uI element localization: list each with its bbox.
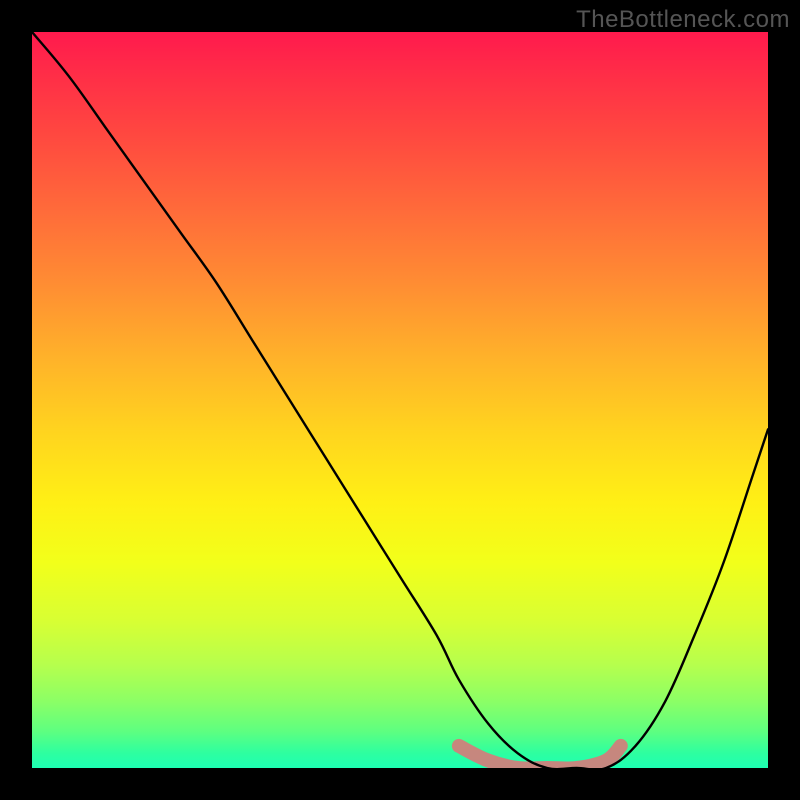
plot-area: [32, 32, 768, 768]
chart-frame: TheBottleneck.com: [0, 0, 800, 800]
bottleneck-curve: [32, 32, 768, 768]
watermark-text: TheBottleneck.com: [576, 6, 790, 34]
chart-svg: [32, 32, 768, 768]
